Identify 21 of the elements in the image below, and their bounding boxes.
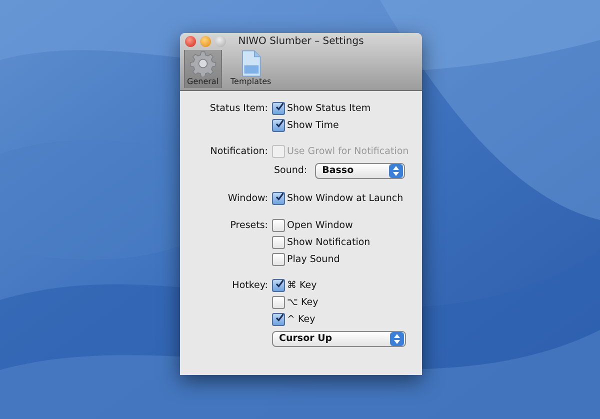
section-label: Window:: [226, 192, 269, 206]
checkbox-label: Show Time: [287, 120, 339, 131]
toolbar-tab[interactable]: General: [184, 50, 222, 88]
section-label: Hotkey:: [231, 279, 269, 293]
checkbox-label: Show Window at Launch: [287, 193, 404, 204]
popup-label: Sound:: [274, 165, 308, 176]
section-label: Status Item:: [208, 102, 269, 116]
checkbox-label: Show Status Item: [287, 103, 371, 114]
checkbox-label: Use Growl for Notification: [287, 146, 409, 157]
popup-button[interactable]: Basso: [315, 162, 406, 178]
window-title: NIWO Slumber – Settings: [238, 36, 364, 47]
checkbox-label: Play Sound: [287, 254, 340, 265]
checkbox-label: ^ Key: [287, 314, 316, 325]
popup-button[interactable]: Cursor Up: [272, 330, 406, 346]
checkbox-label: ⌥ Key: [287, 297, 318, 308]
toolbar-tab[interactable]: Templates: [228, 50, 274, 88]
section-label: Presets:: [229, 219, 269, 233]
checkbox-label: Show Notification: [287, 237, 370, 248]
section-label: Notification:: [209, 145, 269, 159]
checkbox-label: ⌘ Key: [287, 280, 317, 291]
checkbox-label: Open Window: [287, 220, 353, 231]
